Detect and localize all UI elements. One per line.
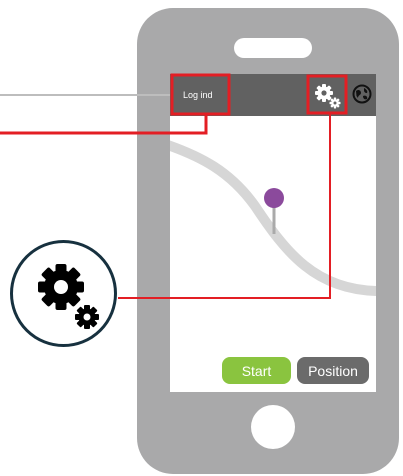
map-view[interactable] (170, 116, 376, 392)
map-marker-pin (264, 188, 284, 208)
zoomed-settings-callout (10, 240, 117, 347)
phone-screen: Log ind Start Position (170, 74, 376, 392)
login-link[interactable]: Log ind (183, 90, 213, 100)
home-button[interactable] (251, 405, 295, 449)
app-bar: Log ind (170, 74, 376, 116)
start-button[interactable]: Start (222, 357, 291, 384)
globe-icon[interactable] (352, 84, 372, 104)
phone-speaker (234, 38, 312, 58)
tutorial-illustration: Log ind Start Position (0, 0, 403, 476)
gears-icon[interactable] (314, 82, 342, 110)
position-button[interactable]: Position (297, 357, 369, 384)
gears-icon-large (38, 264, 99, 329)
